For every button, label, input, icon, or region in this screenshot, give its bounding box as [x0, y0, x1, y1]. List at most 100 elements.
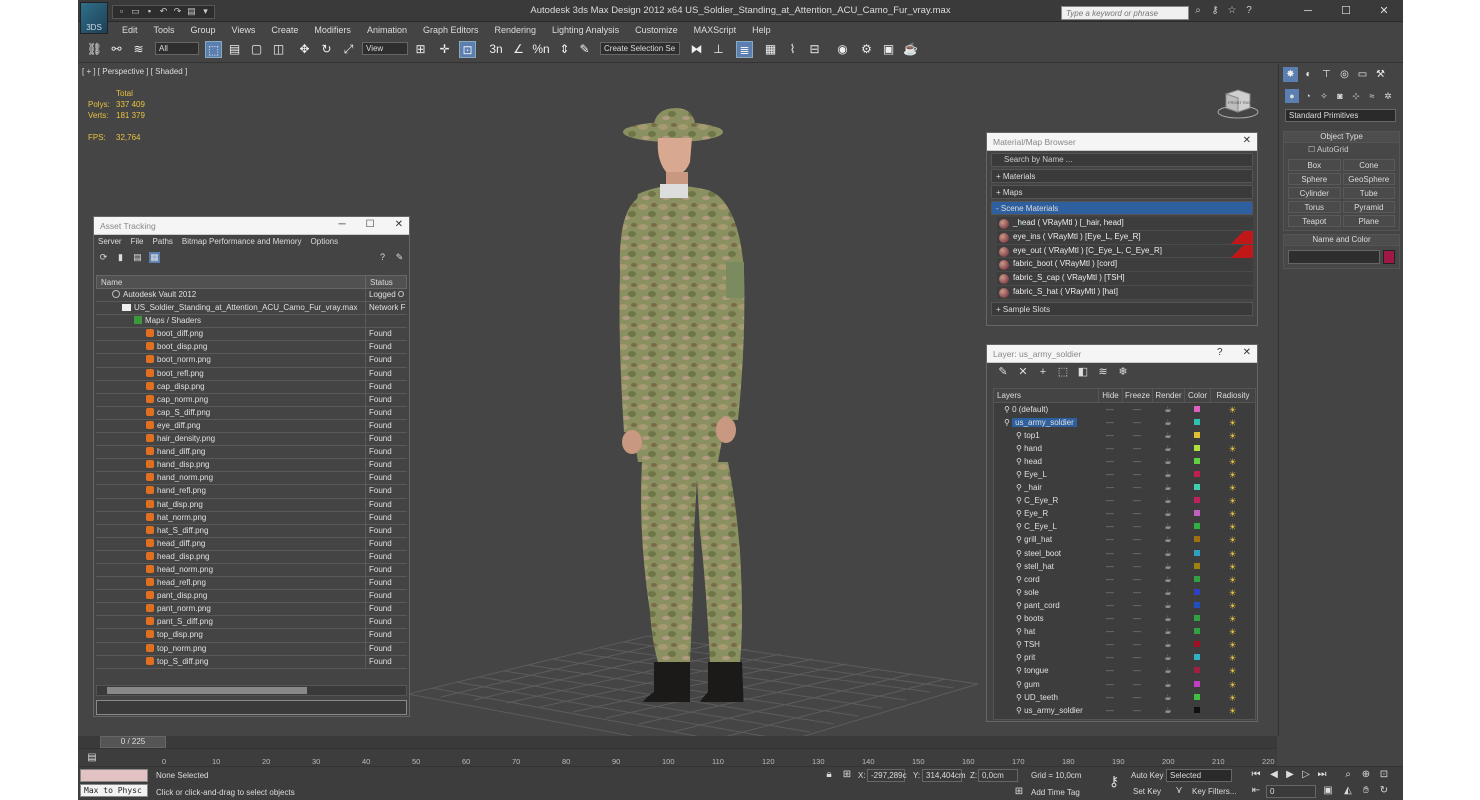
freeze-all-icon[interactable]: ❄: [1117, 366, 1129, 378]
render-toggle-icon[interactable]: ☕︎: [1152, 417, 1184, 429]
render-toggle-icon[interactable]: ☕︎: [1152, 548, 1184, 560]
new-file-icon[interactable]: ▫: [116, 6, 127, 17]
scene-material-item[interactable]: eye_ins ( VRayMtl ) [Eye_L, Eye_R]: [997, 230, 1253, 245]
open-file-icon[interactable]: ▭: [130, 6, 141, 17]
freeze-toggle[interactable]: —: [1122, 587, 1152, 599]
radiosity-icon[interactable]: ☀︎: [1210, 548, 1255, 560]
helpers-icon[interactable]: ⊹: [1349, 89, 1363, 103]
material-search-field[interactable]: Search by Name ...: [991, 153, 1253, 167]
time-slider[interactable]: 0 / 225: [100, 736, 166, 748]
freeze-toggle[interactable]: —: [1122, 456, 1152, 468]
menu-modifiers[interactable]: Modifiers: [306, 23, 359, 37]
radiosity-icon[interactable]: ☀︎: [1210, 665, 1255, 677]
freeze-col-header[interactable]: Freeze: [1122, 389, 1152, 402]
radiosity-icon[interactable]: ☀︎: [1210, 404, 1255, 416]
render-toggle-icon[interactable]: ☕︎: [1152, 430, 1184, 442]
hide-toggle[interactable]: —: [1098, 692, 1122, 704]
named-selection-sets-dropdown[interactable]: Create Selection Se: [600, 42, 680, 55]
create-layer-icon[interactable]: ✎: [997, 366, 1009, 378]
box-button[interactable]: Box: [1288, 159, 1341, 171]
radiosity-icon[interactable]: ☀︎: [1210, 417, 1255, 429]
render-toggle-icon[interactable]: ☕︎: [1152, 587, 1184, 599]
lights-icon[interactable]: ✧: [1317, 89, 1331, 103]
layer-row[interactable]: ⚲ gum — — ☕︎ ☀︎: [994, 678, 1255, 691]
color-swatch[interactable]: [1184, 679, 1210, 691]
material-editor-icon[interactable]: ◉: [834, 41, 851, 58]
hide-toggle[interactable]: —: [1098, 456, 1122, 468]
freeze-toggle[interactable]: —: [1122, 665, 1152, 677]
align-icon[interactable]: ⊥: [710, 41, 727, 58]
mb-close-button[interactable]: ✕: [1243, 135, 1251, 146]
layer-row[interactable]: ⚲ us_army_soldier — — ☕︎ ☀︎: [994, 704, 1255, 717]
table-row[interactable]: top_disp.png Found: [96, 629, 407, 643]
render-toggle-icon[interactable]: ☕︎: [1152, 665, 1184, 677]
hide-toggle[interactable]: —: [1098, 561, 1122, 573]
render-setup-icon[interactable]: ⚙: [858, 41, 875, 58]
display-tab-icon[interactable]: ▭: [1355, 67, 1370, 82]
color-col-header[interactable]: Color: [1184, 389, 1210, 402]
orbit-icon[interactable]: ↻: [1378, 785, 1390, 797]
menu-lighting-analysis[interactable]: Lighting Analysis: [544, 23, 627, 37]
cameras-icon[interactable]: ◙: [1333, 89, 1347, 103]
shapes-icon[interactable]: ◔: [1301, 89, 1315, 103]
color-swatch[interactable]: [1184, 574, 1210, 586]
highlight-layer-icon[interactable]: ◧: [1077, 366, 1089, 378]
cone-button[interactable]: Cone: [1342, 159, 1395, 171]
freeze-toggle[interactable]: —: [1122, 417, 1152, 429]
render-toggle-icon[interactable]: ☕︎: [1152, 600, 1184, 612]
tube-button[interactable]: Tube: [1342, 187, 1395, 199]
hide-toggle[interactable]: —: [1098, 482, 1122, 494]
rotate-icon[interactable]: ↻: [318, 41, 335, 58]
menu-maxscript[interactable]: MAXScript: [686, 23, 745, 37]
key-mode-dropdown[interactable]: Selected: [1166, 769, 1232, 782]
render-toggle-icon[interactable]: ☕︎: [1152, 639, 1184, 651]
at-menu-options[interactable]: Options: [311, 237, 339, 247]
scene-material-item[interactable]: fabric_S_hat ( VRayMtl ) [hat]: [997, 285, 1253, 300]
minimize-button[interactable]: ─: [1289, 0, 1327, 22]
project-folder-icon[interactable]: ▤: [186, 6, 197, 17]
time-slider-bar[interactable]: 0 / 225: [78, 736, 1277, 748]
lm-close-button[interactable]: ✕: [1243, 347, 1251, 358]
render-toggle-icon[interactable]: ☕︎: [1152, 495, 1184, 507]
hide-toggle[interactable]: —: [1098, 404, 1122, 416]
help-search-input[interactable]: Type a keyword or phrase: [1061, 6, 1189, 20]
layer-row[interactable]: ⚲ stell_hat — — ☕︎ ☀︎: [994, 560, 1255, 573]
select-by-name-icon[interactable]: ▤: [226, 41, 243, 58]
table-row[interactable]: hat_norm.png Found: [96, 511, 407, 525]
scrollbar-thumb[interactable]: [107, 687, 307, 694]
sphere-button[interactable]: Sphere: [1288, 173, 1341, 185]
at-menu-bitmap[interactable]: Bitmap Performance and Memory: [182, 237, 302, 247]
motion-tab-icon[interactable]: ◎: [1337, 67, 1352, 82]
freeze-toggle[interactable]: —: [1122, 561, 1152, 573]
star-icon[interactable]: ☆: [1226, 5, 1238, 17]
col-status-header[interactable]: Status: [366, 276, 406, 288]
layer-row[interactable]: ⚲ pant_cord — — ☕︎ ☀︎: [994, 599, 1255, 612]
time-tag-icon[interactable]: ⊞: [1013, 786, 1025, 798]
menu-graph-editors[interactable]: Graph Editors: [415, 23, 487, 37]
y-coordinate-field[interactable]: 314,404cm: [922, 769, 966, 782]
current-frame-field[interactable]: 0: [1266, 785, 1316, 798]
layer-row[interactable]: ⚲ head — — ☕︎ ☀︎: [994, 455, 1255, 468]
object-color-swatch[interactable]: [1383, 250, 1395, 264]
color-swatch[interactable]: [1184, 692, 1210, 704]
set-key-icon[interactable]: ⚷: [1108, 774, 1120, 788]
color-swatch[interactable]: [1184, 430, 1210, 442]
geosphere-button[interactable]: GeoSphere: [1342, 173, 1395, 185]
scene-material-item[interactable]: fabric_S_cap ( VRayMtl ) [TSH]: [997, 272, 1253, 286]
render-toggle-icon[interactable]: ☕︎: [1152, 443, 1184, 455]
freeze-toggle[interactable]: —: [1122, 469, 1152, 481]
layer-manager-icon[interactable]: ≣: [736, 41, 753, 58]
radiosity-icon[interactable]: ☀︎: [1210, 587, 1255, 599]
table-row[interactable]: head_refl.png Found: [96, 577, 407, 591]
render-toggle-icon[interactable]: ☕︎: [1152, 626, 1184, 638]
color-swatch[interactable]: [1184, 521, 1210, 533]
render-toggle-icon[interactable]: ☕︎: [1152, 456, 1184, 468]
hide-toggle[interactable]: —: [1098, 587, 1122, 599]
scene-materials-section[interactable]: - Scene Materials: [991, 201, 1253, 215]
color-swatch[interactable]: [1184, 443, 1210, 455]
color-swatch[interactable]: [1184, 561, 1210, 573]
color-swatch[interactable]: [1184, 456, 1210, 468]
radiosity-icon[interactable]: ☀︎: [1210, 469, 1255, 481]
hide-toggle[interactable]: —: [1098, 417, 1122, 429]
table-row[interactable]: hand_refl.png Found: [96, 485, 407, 499]
